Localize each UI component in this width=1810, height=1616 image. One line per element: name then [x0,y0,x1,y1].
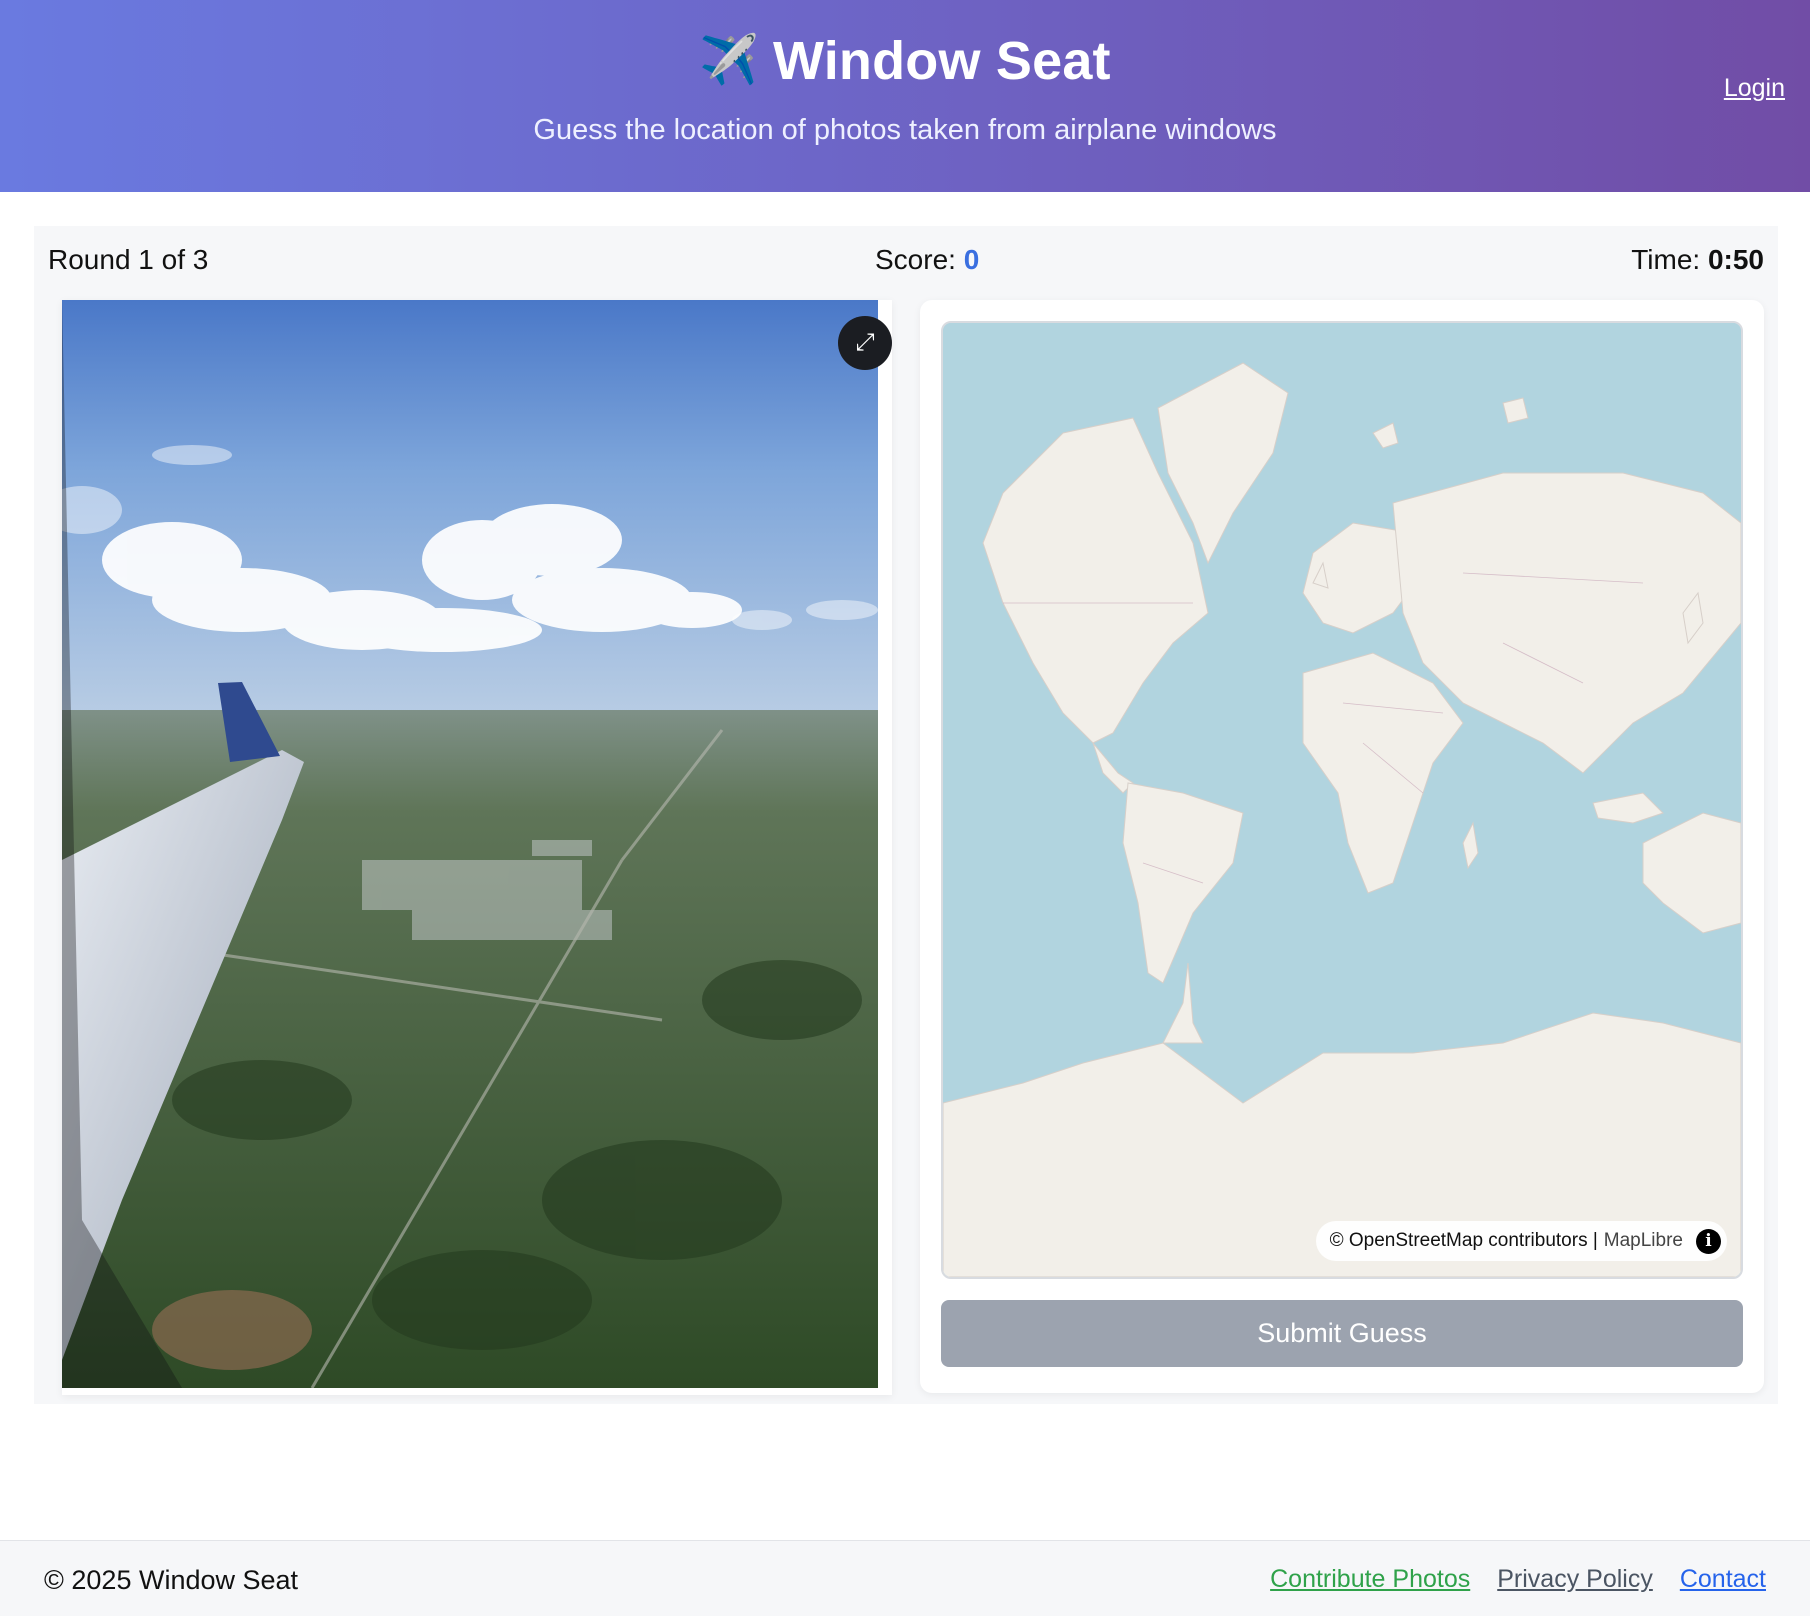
map-card: © OpenStreetMap contributors | MapLibre … [920,300,1764,1393]
copyright-text: © 2025 Window Seat [44,1565,299,1595]
round-indicator: Round 1 of 3 [48,244,209,275]
airplane-window-photo [62,300,878,1388]
privacy-policy-link[interactable]: Privacy Policy [1497,1565,1653,1594]
timer-display: Time: 0:50 [1631,244,1764,276]
map-attribution: © OpenStreetMap contributors | MapLibre … [1315,1221,1727,1261]
maplibre-link[interactable]: MapLibre [1604,1230,1683,1252]
app-title: Window Seat [773,31,1111,91]
contribute-photos-link[interactable]: Contribute Photos [1270,1565,1470,1594]
time-value: 0:50 [1707,244,1764,275]
score-value: 0 [963,244,980,275]
attribution-text[interactable]: © OpenStreetMap contributors | [1330,1230,1598,1252]
time-label: Time: [1631,244,1708,275]
page-footer: © 2025 Window Seat Contribute Photos Pri… [0,1540,1810,1616]
score-display: Score: 0 [875,244,979,276]
score-label: Score: [875,244,964,275]
footer-links: Contribute Photos Privacy Policy Contact [1270,1565,1766,1594]
contact-link[interactable]: Contact [1680,1565,1766,1594]
login-link[interactable]: Login [1724,74,1785,103]
expand-icon[interactable]: ⤢ [838,316,892,370]
title-row: ✈️ Window Seat [0,30,1810,92]
submit-guess-button[interactable]: Submit Guess [941,1300,1743,1367]
app-header: ✈️ Window Seat Guess the location of pho… [0,0,1810,192]
status-bar: Round 1 of 3 Score: 0 Time: 0:50 [48,244,1764,284]
airplane-icon: ✈️ [699,34,760,87]
game-area: Round 1 of 3 Score: 0 Time: 0:50 ⤢ © Ope… [34,226,1778,1404]
app-subtitle: Guess the location of photos taken from … [533,114,1277,146]
world-map[interactable]: © OpenStreetMap contributors | MapLibre … [941,321,1743,1279]
info-icon[interactable]: i [1696,1229,1721,1254]
photo-card: ⤢ [62,300,892,1395]
